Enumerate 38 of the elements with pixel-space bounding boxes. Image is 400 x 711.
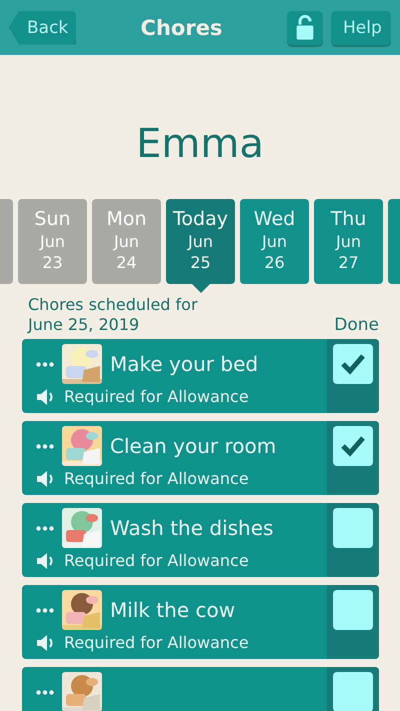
lock-button[interactable] [287, 10, 323, 44]
checkmark-icon [340, 435, 366, 457]
more-icon[interactable] [36, 362, 54, 366]
done-checkbox[interactable] [333, 344, 373, 384]
done-checkbox[interactable] [333, 672, 373, 711]
schedule-heading: Chores scheduled for June 25, 2019 [28, 295, 198, 335]
chore-note: Required for Allowance [64, 387, 249, 406]
done-checkbox[interactable] [333, 426, 373, 466]
day-tab[interactable]: Wed Jun 26 [240, 199, 309, 284]
unlocked-lock-icon [295, 14, 315, 40]
done-checkbox[interactable] [333, 508, 373, 548]
chore-card[interactable]: Clean your room Required for Allowance [22, 421, 379, 495]
help-button[interactable]: Help [331, 10, 391, 44]
chore-title: Clean your room [110, 434, 276, 458]
more-icon[interactable] [36, 444, 54, 448]
done-checkbox[interactable] [333, 590, 373, 630]
more-icon[interactable] [36, 690, 54, 694]
screen-title: Chores [140, 16, 224, 40]
chore-note: Required for Allowance [64, 469, 249, 488]
more-icon[interactable] [36, 608, 54, 612]
back-button[interactable]: Back [9, 10, 76, 44]
chore-card[interactable]: Milk the cow Required for Allowance [22, 585, 379, 659]
more-icon[interactable] [36, 526, 54, 530]
chore-title: Wash the dishes [110, 516, 274, 540]
day-tab[interactable]: Mon Jun 24 [92, 199, 161, 284]
chore-title: Milk the cow [110, 598, 236, 622]
day-tab[interactable]: Sun Jun 23 [18, 199, 87, 284]
chore-title: Make your bed [110, 352, 258, 376]
day-tab[interactable]: Thu Jun 27 [314, 199, 383, 284]
done-heading: Done [334, 315, 379, 335]
chore-card[interactable]: Wash the dishes Required for Allowance [22, 503, 379, 577]
child-name: Emma [136, 121, 264, 167]
day-tab[interactable]: Today Jun 25 [166, 199, 235, 284]
pointer-icon [192, 284, 210, 293]
chore-card[interactable]: Make your bed Required for Allowance [22, 339, 379, 413]
chore-note: Required for Allowance [64, 551, 249, 570]
chore-note: Required for Allowance [64, 633, 249, 652]
checkmark-icon [340, 353, 366, 375]
